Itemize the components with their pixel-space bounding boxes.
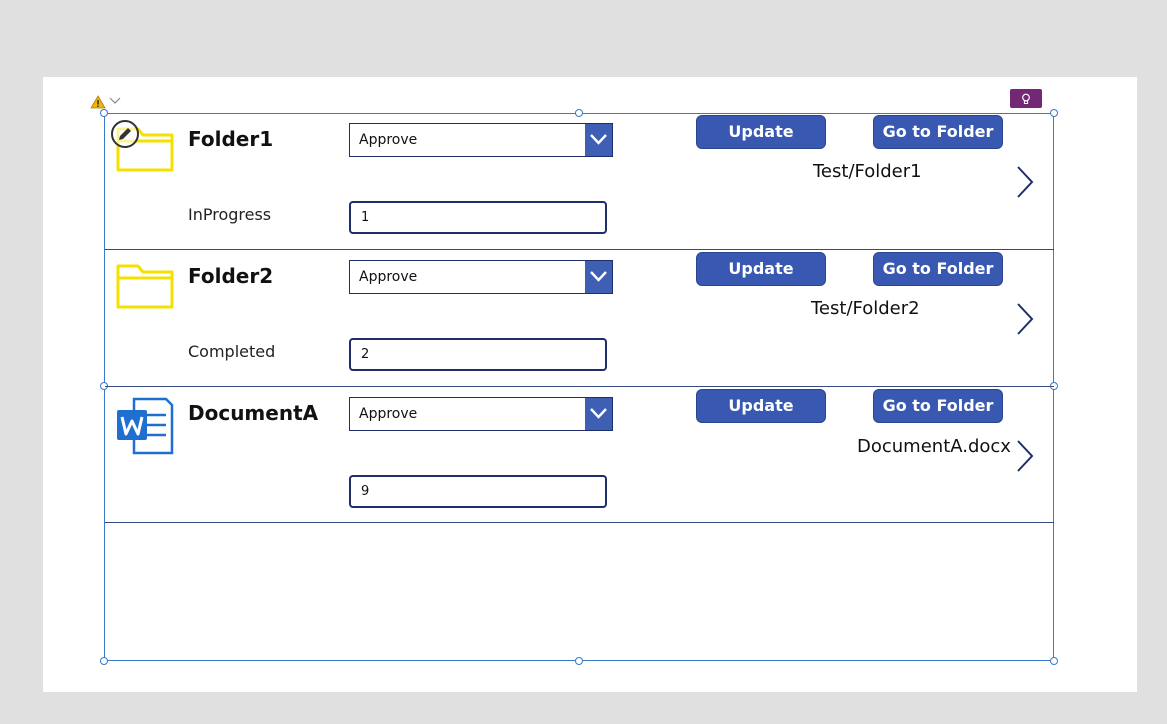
item-path: DocumentA.docx [857, 436, 1011, 457]
input-value: 2 [361, 347, 370, 362]
item-status: Completed [188, 342, 276, 361]
input-value: 1 [361, 210, 370, 225]
folder-icon [116, 264, 174, 309]
chevron-right-icon[interactable] [1015, 439, 1035, 473]
dropdown-button[interactable] [585, 398, 612, 430]
gallery-row[interactable]: Folder2 Completed Approve 2 Update Statu… [105, 250, 1053, 387]
number-input[interactable]: 1 [349, 201, 607, 234]
gallery-row[interactable]: Folder1 InProgress Approve 1 Update Stat… [105, 113, 1053, 250]
item-title: DocumentA [188, 401, 319, 425]
item-path: Test/Folder2 [811, 298, 920, 319]
resize-handle[interactable] [575, 657, 583, 665]
number-input[interactable]: 9 [349, 475, 607, 508]
go-to-folder-button[interactable]: Go to Folder [873, 389, 1003, 423]
warning-icon[interactable] [90, 95, 106, 109]
status-dropdown[interactable]: Approve [349, 123, 613, 157]
item-title: Folder2 [188, 264, 274, 288]
number-input[interactable]: 2 [349, 338, 607, 371]
chevron-right-icon[interactable] [1015, 302, 1035, 336]
gallery-row[interactable]: DocumentA Approve 9 Update Status Go to … [105, 387, 1053, 524]
edit-icon[interactable] [110, 119, 140, 149]
go-to-folder-button[interactable]: Go to Folder [873, 252, 1003, 286]
chevron-down-icon[interactable] [109, 97, 121, 105]
word-doc-icon [117, 397, 174, 455]
resize-handle[interactable] [100, 657, 108, 665]
dropdown-button[interactable] [585, 261, 612, 293]
dropdown-value: Approve [359, 269, 418, 285]
input-value: 9 [361, 484, 370, 499]
item-path: Test/Folder1 [813, 161, 922, 182]
update-status-button[interactable]: Update Status [696, 115, 826, 173]
status-dropdown[interactable]: Approve [349, 260, 613, 294]
dropdown-value: Approve [359, 132, 418, 148]
item-status: InProgress [188, 205, 272, 224]
chevron-down-icon [590, 271, 607, 282]
status-dropdown[interactable]: Approve [349, 397, 613, 431]
chevron-down-icon [590, 408, 607, 419]
resize-handle[interactable] [1050, 657, 1058, 665]
dropdown-button[interactable] [585, 124, 612, 156]
update-status-button[interactable]: Update Status [696, 252, 826, 310]
update-status-button[interactable]: Update Status [696, 389, 826, 447]
ai-badge[interactable] [1010, 89, 1042, 108]
lightbulb-icon [1022, 93, 1030, 104]
item-title: Folder1 [188, 127, 274, 151]
chevron-down-icon [590, 134, 607, 145]
chevron-right-icon[interactable] [1015, 165, 1035, 199]
go-to-folder-button[interactable]: Go to Folder [873, 115, 1003, 149]
dropdown-value: Approve [359, 406, 418, 422]
